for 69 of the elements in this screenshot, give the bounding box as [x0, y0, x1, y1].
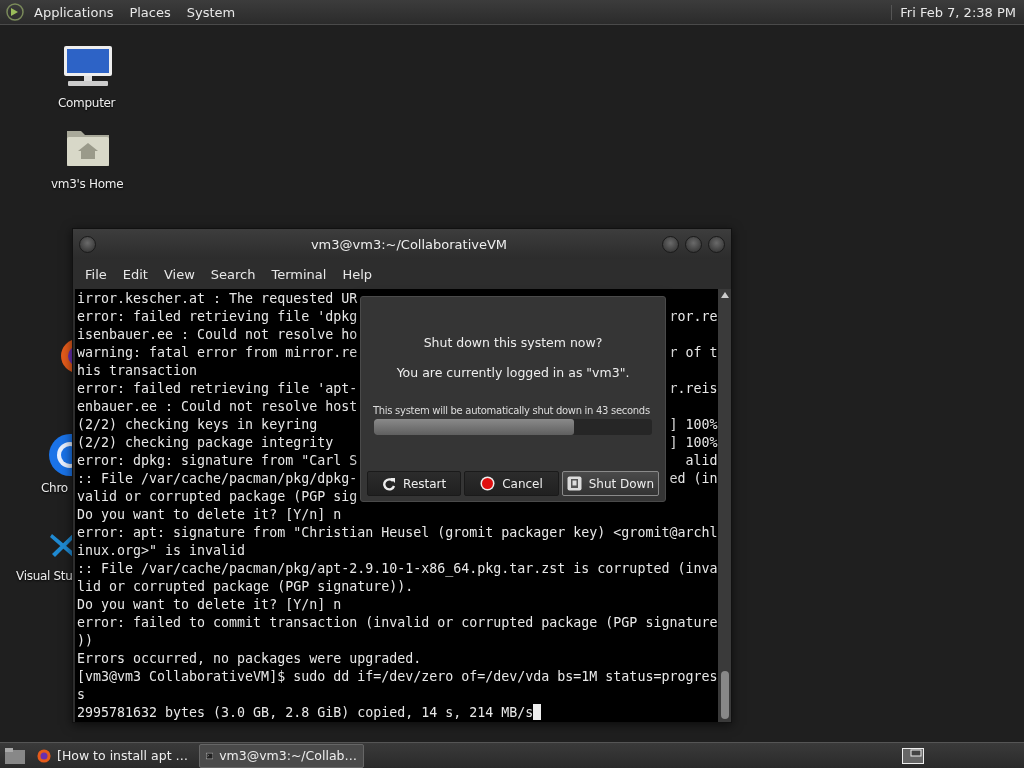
- panel-menu[interactable]: Applications: [28, 4, 120, 20]
- menu-item[interactable]: Edit: [114, 266, 156, 282]
- terminal-line: r.reis: [669, 380, 718, 398]
- terminal-line: 2995781632 bytes (3.0 GB, 2.8 GiB) copied, 14 s, 214 MB/s: [77, 704, 542, 722]
- terminal-line: error: failed retrieving file 'apt-: [77, 380, 358, 398]
- icon-label[interactable]: vm3's Home: [51, 177, 124, 191]
- terminal-line: ] 100%: [669, 434, 718, 452]
- icon-label[interactable]: Chro: [41, 481, 68, 495]
- terminal-line: error: apt: signature from "Christian Heusel (gromit packager key) <gromit@archl: [77, 524, 718, 542]
- terminal-line: ror.re: [669, 308, 718, 326]
- window-menu-button[interactable]: [79, 235, 96, 253]
- countdown-text: This system will be automatically shut down in 43 seconds: [372, 405, 651, 416]
- restart-button[interactable]: Restart: [367, 471, 462, 496]
- globe-icon: [37, 747, 51, 764]
- terminal-line: Errors occurred, no packages were upgraded.: [77, 650, 422, 668]
- close-button[interactable]: [708, 235, 725, 253]
- menu-item[interactable]: Search: [202, 266, 264, 282]
- terminal-line: error: failed to commit transaction (invalid or corrupted package (PGP signature: [77, 614, 718, 632]
- terminal-line: [vm3@vm3 CollaborativeVM]$ sudo dd if=/dev/zero of=/dev/vda bs=1M status=progres: [77, 668, 718, 686]
- power-icon: [566, 476, 582, 491]
- terminal-line: ] 100%: [669, 416, 718, 434]
- terminal-line: error: failed retrieving file 'dpkg: [77, 308, 358, 326]
- terminal-line: his transaction: [77, 362, 198, 380]
- monitor-icon: [63, 45, 113, 87]
- terminal-line: Do you want to delete it? [Y/n] n: [77, 506, 342, 524]
- terminal-line: inux.org>" is invalid: [77, 542, 246, 560]
- scroll-up-icon[interactable]: [720, 292, 729, 298]
- refresh-icon: [382, 476, 397, 491]
- show-desktop-icon[interactable]: [4, 746, 26, 765]
- dialog-message: You are currently logged in as "vm3".: [396, 365, 630, 380]
- terminal-line: valid or corrupted package (PGP sig: [77, 488, 358, 506]
- menu-item[interactable]: Terminal: [263, 266, 335, 282]
- taskbar-item[interactable]: [How to install apt …: [30, 743, 195, 768]
- clock[interactable]: Fri Feb 7, 2:38 PM: [891, 4, 1016, 20]
- icon-label[interactable]: Visual Stu: [16, 569, 73, 583]
- terminal-line: (2/2) checking package integrity: [77, 434, 334, 452]
- scrollbar[interactable]: [718, 289, 731, 722]
- terminal-line: ed (in: [669, 470, 718, 488]
- icon-label[interactable]: Computer: [58, 96, 116, 110]
- taskbar-item[interactable]: vm3@vm3:~/Collab…: [199, 743, 364, 768]
- terminal-line: :: File /var/cache/pacman/pkg/apt-2.9.10-1-x86_64.pkg.tar.zst is corrupted (inva: [77, 560, 718, 578]
- maximize-button[interactable]: [685, 235, 702, 253]
- menu-item[interactable]: View: [155, 266, 203, 282]
- workspace-switcher-icon[interactable]: [902, 747, 924, 764]
- terminal-line: irror.kescher.at : The requested UR: [77, 290, 358, 308]
- terminal-line: r of t: [669, 344, 718, 362]
- terminal-line: enbauer.ee : Could not resolve host: [77, 398, 358, 416]
- window-title: vm3@vm3:~/CollaborativeVM: [309, 236, 509, 252]
- scroll-thumb[interactable]: [720, 671, 729, 719]
- terminal-line: )): [77, 632, 93, 650]
- dialog-question: Shut down this system now?: [423, 335, 603, 350]
- terminal-line: (2/2) checking keys in keyring: [77, 416, 318, 434]
- panel-menu[interactable]: Places: [123, 4, 177, 20]
- menu-logo-icon: [6, 3, 24, 21]
- terminal-line: warning: fatal error from mirror.re: [77, 344, 358, 362]
- stop-icon: [480, 476, 496, 491]
- panel-menu[interactable]: System: [180, 4, 242, 20]
- terminal-line: Do you want to delete it? [Y/n] n: [77, 596, 342, 614]
- menu-item[interactable]: Help: [334, 266, 381, 282]
- terminal-line: :: File /var/cache/pacman/pkg/dpkg-: [77, 470, 358, 488]
- terminal-line: isenbauer.ee : Could not resolve ho: [77, 326, 358, 344]
- shutdown-button[interactable]: Shut Down: [561, 471, 659, 496]
- terminal-line: s: [77, 686, 85, 704]
- cancel-button[interactable]: Cancel: [464, 471, 559, 496]
- terminal-line: lid or corrupted package (PGP signature)).: [77, 578, 414, 596]
- minimize-button[interactable]: [662, 235, 679, 253]
- terminal-line: alid: [685, 452, 718, 470]
- menu-item[interactable]: File: [77, 266, 115, 282]
- terminal-line: error: dpkg: signature from "Carl S: [77, 452, 358, 470]
